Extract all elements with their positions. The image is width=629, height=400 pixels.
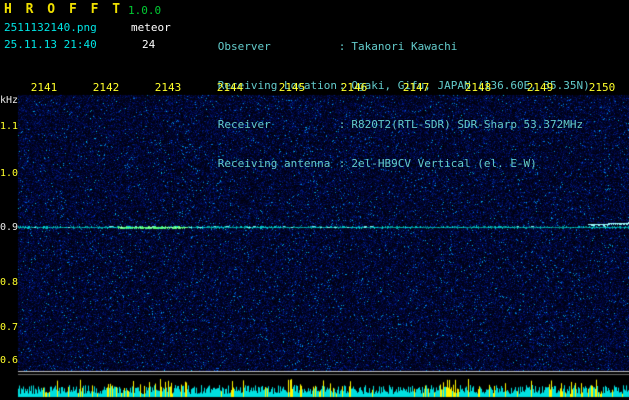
app-version: 1.0.0 — [128, 4, 162, 17]
time-tick-label: 2146 — [340, 81, 368, 94]
info-row-observer: Observer: Takanori Kawachi — [178, 27, 590, 53]
freq-tick-label: 0.7 — [0, 322, 19, 333]
info-row-antenna: Receiving antenna:2el-HB9CV Vertical (el… — [178, 144, 590, 170]
time-tick-label: 2145 — [278, 81, 306, 94]
time-tick-label: 2141 — [30, 81, 58, 94]
info-value: 2el-HB9CV Vertical (el. E-W) — [351, 157, 537, 170]
freq-tick-label: 0.6 — [0, 355, 19, 366]
time-tick-label: 2150 — [588, 81, 616, 94]
time-tick-label: 2144 — [216, 81, 244, 94]
freq-unit-label: kHz — [0, 95, 19, 106]
output-filename: 2511132140.png — [4, 21, 97, 34]
time-tick-label: 2148 — [464, 81, 492, 94]
info-value: R820T2(RTL-SDR) SDR-Sharp 53.372MHz — [351, 118, 584, 131]
freq-tick-label: 1.1 — [0, 121, 19, 132]
time-tick-label: 2143 — [154, 81, 182, 94]
time-tick-label: 2149 — [526, 81, 554, 94]
info-label: Observer — [217, 40, 271, 53]
freq-tick-label: 1.0 — [0, 168, 19, 179]
info-label: Receiver — [217, 118, 271, 131]
info-separator: : — [338, 40, 346, 53]
freq-tick-label: 0.8 — [0, 277, 19, 288]
info-value: Takanori Kawachi — [351, 40, 458, 53]
echo-count: 24 — [142, 38, 156, 51]
time-tick-label: 2147 — [402, 81, 430, 94]
mode-label: meteor — [131, 21, 171, 34]
freq-tick-label: 0.9 — [0, 222, 19, 233]
info-separator: : — [338, 157, 346, 170]
info-separator: : — [338, 118, 346, 131]
app-title: H R O F F T — [4, 2, 124, 17]
time-tick-label: 2142 — [92, 81, 120, 94]
info-label: Receiving antenna — [217, 157, 331, 170]
info-row-receiver: Receiver: R820T2(RTL-SDR) SDR-Sharp 53.37… — [178, 105, 590, 131]
timestamp: 25.11.13 21:40 — [4, 38, 97, 51]
hrofft-output: H R O F F T 1.0.0 2511132140.png meteor … — [0, 0, 629, 400]
info-row-location: Receiving Location: Ogaki, Gifu, JAPAN (1… — [178, 66, 590, 92]
